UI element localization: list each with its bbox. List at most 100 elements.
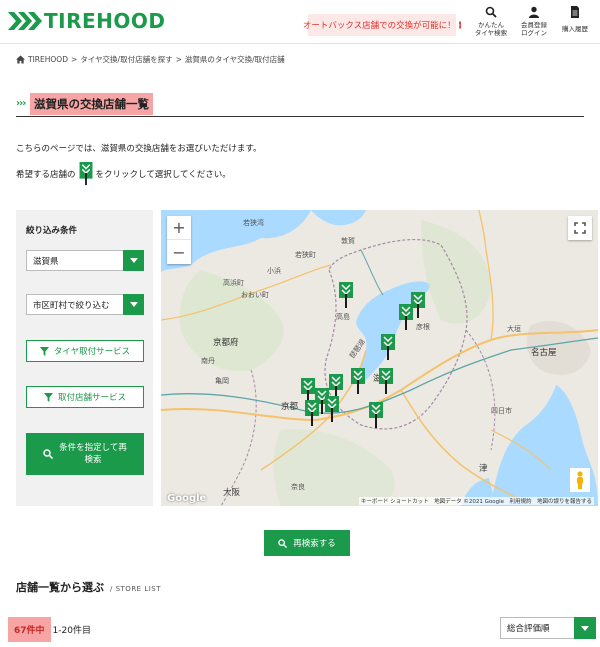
autobacks-banner[interactable]: オートバックス店舗での交換が可能に！ › [303,14,462,36]
chevron-down-icon [123,250,144,271]
filter-search-label-line2: 検索 [84,455,102,465]
prefecture-value: 滋賀県 [33,256,59,267]
map-label: 四日市 [491,407,512,415]
filter-panel: 絞り込み条件 滋賀県 市区町村で絞り込む タイヤ取付サービス 取付店舗サービス … [16,210,153,506]
sort-value: 総合評価順 [507,624,550,634]
store-pin[interactable] [325,396,339,422]
store-list-subtitle: / STORE LIST [110,585,162,593]
map-label: 彦根 [416,323,430,331]
prefecture-select[interactable]: 滋賀県 [26,250,144,271]
city-placeholder: 市区町村で絞り込む [33,300,110,311]
nav-label: 購入履歴 [562,25,588,33]
store-pin[interactable] [305,400,319,426]
map-zoom-controls: + − [167,216,191,264]
result-total: 67件中 [8,617,51,642]
map-label: 敦賀 [341,237,355,245]
fullscreen-button[interactable] [568,216,592,240]
search-icon [485,6,497,18]
nav-label-line1: かんたん [478,21,504,29]
breadcrumb: TIREHOOD > タイヤ交換/取付店舗を探す > 滋賀県のタイヤ交換/取付店… [16,54,285,65]
user-icon [529,6,539,18]
filter-icon [43,392,53,402]
search-icon [43,449,54,459]
store-map[interactable]: 若狭湾 敦賀 若狭町 小浜 高浜町 おおい町 京都府 高島 琵琶湖 彦根 滋賀 … [161,210,598,506]
map-label: おおい町 [241,291,269,299]
intro-text-1: こちらのページでは、滋賀県の交換店舗をお選びいただけます。 [16,144,262,154]
city-select[interactable]: 市区町村で絞り込む [26,294,144,315]
sort-select[interactable]: 総合評価順 [500,617,596,639]
pegman-icon [577,471,583,489]
nav-label-line2: ログイン [521,29,547,37]
store-pin[interactable] [379,368,393,394]
result-count: 67件中 1-20件目 [8,617,91,642]
map-label: 京都 [281,402,299,412]
breadcrumb-current: 滋賀県のタイヤ交換/取付店舗 [184,55,285,64]
map-label: 高浜町 [223,279,244,287]
filter-title: 絞り込み条件 [26,226,78,236]
purchase-history-link[interactable]: 購入履歴 [558,6,592,40]
tire-service-button[interactable]: タイヤ取付サービス [26,340,144,362]
nav-label-line1: 会員登録 [521,21,547,29]
store-pin[interactable] [381,334,395,360]
map-label: 大垣 [507,325,521,333]
banner-text: オートバックス店舗での交換が可能に！ [302,21,456,31]
map-label: 亀岡 [215,377,229,385]
map-label: 小浜 [267,267,281,275]
zoom-in-button[interactable]: + [167,216,191,240]
map-label: 名古屋 [531,348,557,358]
nav-label-line2: タイヤ検索 [474,29,508,37]
map-label: 京都府 [213,338,239,348]
map-label: 大阪 [223,488,241,498]
login-link[interactable]: 会員登録 ログイン [517,6,551,40]
breadcrumb-separator: > [175,55,182,64]
map-label: 南丹 [201,357,215,365]
store-pin-icon [79,162,92,186]
chevron-down-icon [123,294,144,315]
title-chevron-icon: ››› [16,98,26,109]
document-icon [571,6,579,18]
store-pin[interactable] [411,292,425,318]
map-base [161,210,598,506]
chevron-down-icon [574,617,596,639]
tirehood-logo[interactable]: TIREHOOD [8,9,166,33]
store-pin[interactable] [339,282,353,308]
store-pin[interactable] [399,304,413,330]
zoom-out-button[interactable]: − [167,240,191,264]
filter-search-label-line1: 条件を指定して再 [59,443,127,453]
breadcrumb-item[interactable]: タイヤ交換/取付店舗を探す [80,54,172,65]
map-label: 奈良 [291,483,305,491]
store-list-heading: 店舗一覧から選ぶ / STORE LIST [16,579,161,595]
map-label: 若狭町 [295,251,316,259]
page-title-bar: ››› 滋賀県の交換店舗一覧 [16,93,584,117]
site-header: TIREHOOD オートバックス店舗での交換が可能に！ › かんたん タイヤ検索… [0,0,600,44]
google-logo: Google [167,493,207,504]
easy-tire-search-link[interactable]: かんたん タイヤ検索 [474,6,508,40]
result-range: 1-20件目 [52,626,91,636]
research-button[interactable]: 再検索する [264,530,350,556]
intro-text-after: をクリックして選択してください。 [95,170,231,180]
breadcrumb-separator: > [70,55,78,64]
store-pin[interactable] [369,402,383,428]
chevron-right-icon: › [458,21,462,29]
search-icon [278,538,288,548]
street-view-button[interactable] [570,468,590,492]
map-label: 高島 [336,313,350,321]
filter-search-label: 条件を指定して再 検索 [59,442,127,466]
page-title: 滋賀県の交換店舗一覧 [30,93,153,115]
store-pin[interactable] [351,368,365,394]
filter-search-button[interactable]: 条件を指定して再 検索 [26,433,144,475]
map-attribution[interactable]: キーボード ショートカット 地図データ ©2021 Google 利用規約 地図… [358,497,594,505]
tire-service-label: タイヤ取付サービス [53,347,131,357]
intro-text-2: 希望する店舗の をクリックして選択してください。 [16,162,231,186]
map-label: 津 [479,464,488,474]
filter-icon [39,346,49,356]
map-label: 若狭湾 [243,219,264,227]
logo-chevron-icon [8,12,42,30]
store-service-button[interactable]: 取付店舗サービス [26,386,144,408]
breadcrumb-home[interactable]: TIREHOOD [28,55,68,64]
store-list-title: 店舗一覧から選ぶ [16,581,104,594]
research-label: 再検索する [293,539,336,549]
home-icon [16,55,25,64]
store-service-label: 取付店舗サービス [57,393,126,403]
intro-text-before: 希望する店舗の [16,170,76,180]
